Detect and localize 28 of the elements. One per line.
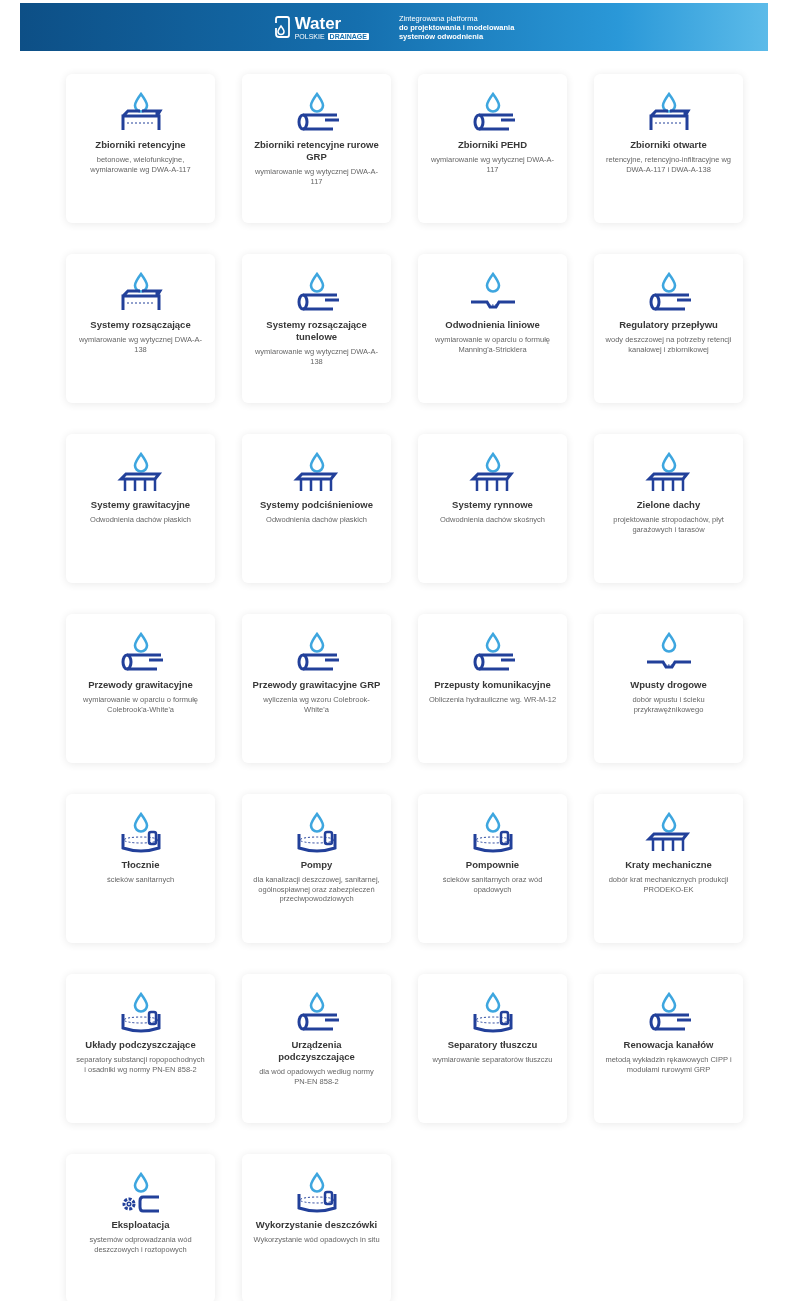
card-title: Wykorzystanie deszczówki xyxy=(255,1219,378,1231)
card-title: Eksploatacja xyxy=(111,1219,170,1231)
phone-drop-icon xyxy=(273,15,290,39)
card-title: Odwodnienia liniowe xyxy=(445,319,540,331)
card-title: Tłocznie xyxy=(121,859,160,871)
card-title: Separatory tłuszczu xyxy=(447,1039,538,1051)
card-title: Zbiorniki retencyjne xyxy=(95,139,186,151)
card-title: Zbiorniki PEHD xyxy=(457,139,528,151)
card-title: Systemy grawitacyjne xyxy=(90,499,191,511)
card-title: Układy podczyszczające xyxy=(85,1039,196,1051)
card-title: Przepusty komunikacyjne xyxy=(434,679,551,691)
card-title: Wpusty drogowe xyxy=(630,679,707,691)
logo-text: Water xyxy=(294,14,343,32)
card-title: Systemy rozsączające xyxy=(90,319,191,331)
card-title: Urządzenia podczyszczające xyxy=(277,1039,356,1063)
card-title: Kraty mechaniczne xyxy=(625,859,712,871)
card-title: Systemy podciśnieniowe xyxy=(260,499,373,511)
card-title: Renowacja kanałów xyxy=(623,1039,714,1051)
card-title: Systemy rozsączające tunelowe xyxy=(265,319,368,343)
card-title: Przewody grawitacyjne xyxy=(88,679,193,691)
card-title: Pompy xyxy=(300,859,333,871)
card-title: Zielone dachy xyxy=(636,499,701,511)
card-title: Regulatory przepływu xyxy=(619,319,718,331)
card-title: Zbiorniki retencyjne rurowe GRP xyxy=(253,139,380,163)
card-title: Pompownie xyxy=(465,859,520,871)
card-title: Przewody grawitacyjne GRP xyxy=(252,679,381,691)
card-title: Zbiorniki otwarte xyxy=(630,139,707,151)
card-title: Systemy rynnowe xyxy=(452,499,533,511)
